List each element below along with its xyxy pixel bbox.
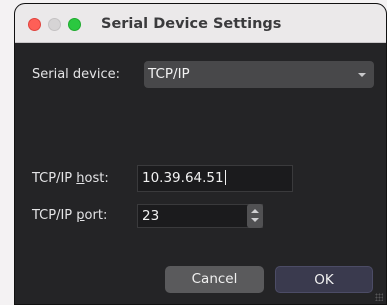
tcp-host-value: 10.39.64.51 xyxy=(142,170,224,186)
serial-device-dropdown[interactable]: TCP/IP xyxy=(144,61,374,88)
window-title: Serial Device Settings xyxy=(101,16,282,32)
tcp-port-label: TCP/IP port: xyxy=(32,208,108,223)
tcp-port-accelerator: p xyxy=(76,208,85,223)
ok-button[interactable]: OK xyxy=(275,266,373,293)
serial-device-selected-value: TCP/IP xyxy=(148,66,190,82)
title-bar[interactable]: Serial Device Settings xyxy=(15,4,386,43)
serial-device-settings-dialog: Serial Device Settings Serial device: TC… xyxy=(14,3,387,305)
close-window-button[interactable] xyxy=(28,18,41,31)
resize-grip-icon[interactable] xyxy=(375,293,383,301)
tcp-host-accelerator: h xyxy=(76,171,85,186)
zoom-window-button[interactable] xyxy=(68,18,81,31)
tcp-port-value: 23 xyxy=(142,208,160,224)
chevron-down-icon xyxy=(358,73,366,77)
minimize-window-button[interactable] xyxy=(48,18,61,31)
tcp-host-label: TCP/IP host: xyxy=(32,171,109,186)
cancel-button[interactable]: Cancel xyxy=(165,266,264,293)
tcp-port-stepper[interactable] xyxy=(247,204,263,228)
tcp-host-input[interactable]: 10.39.64.51 xyxy=(137,165,293,192)
arrow-up-icon[interactable] xyxy=(251,209,259,213)
arrow-down-icon[interactable] xyxy=(251,218,259,222)
serial-device-label: Serial device: xyxy=(32,67,120,82)
tcp-port-input[interactable]: 23 xyxy=(137,204,263,228)
text-caret xyxy=(224,170,226,185)
